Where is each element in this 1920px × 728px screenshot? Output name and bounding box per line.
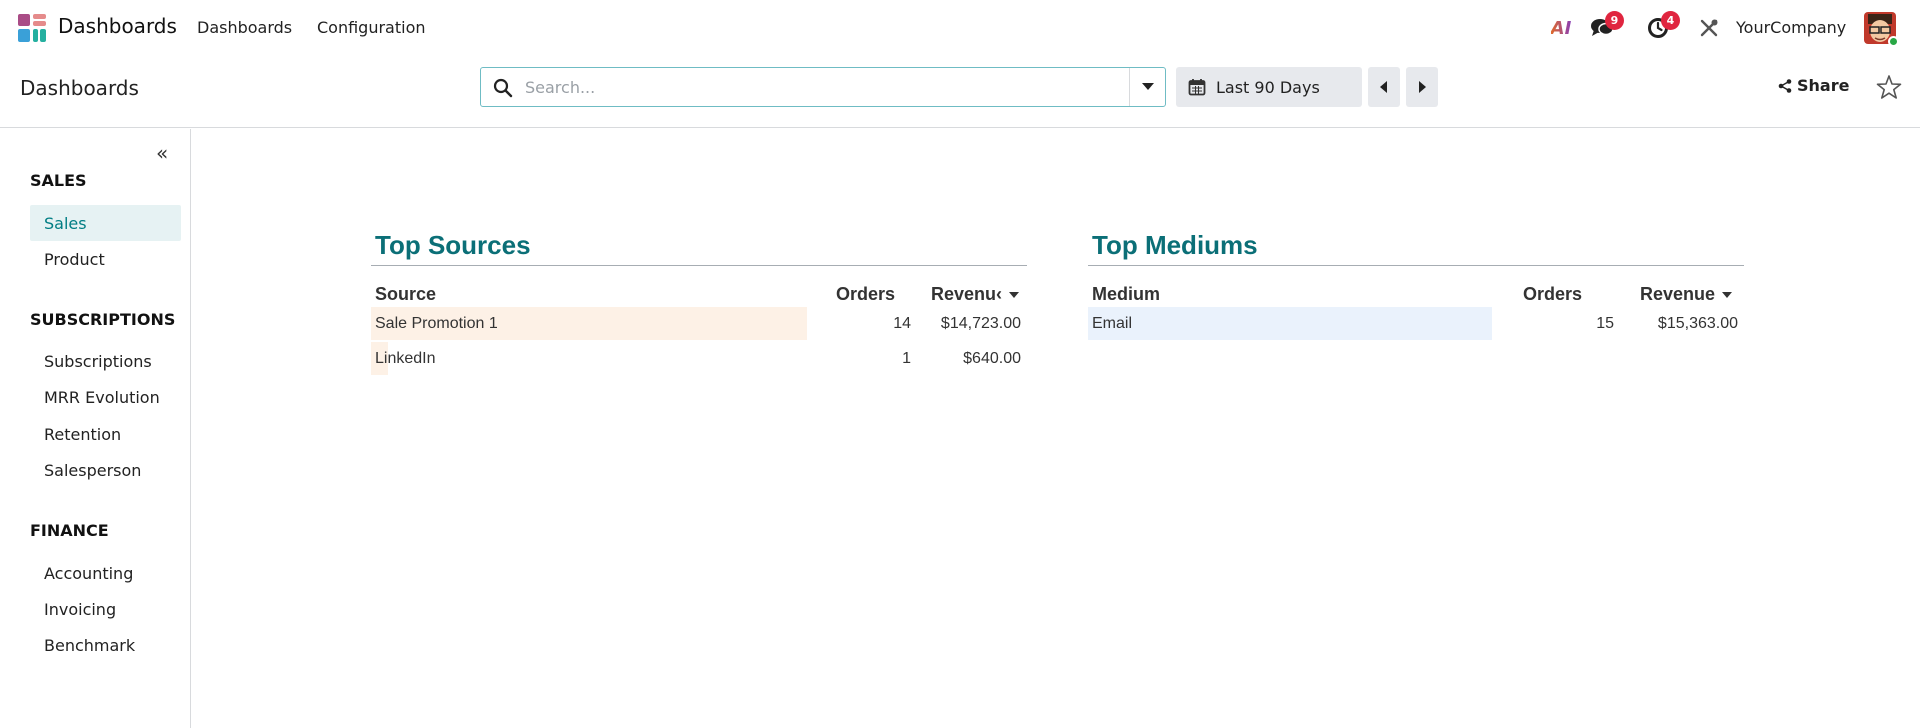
sort-desc-icon: [1722, 292, 1733, 299]
sidebar-item-subscriptions[interactable]: Subscriptions: [30, 343, 181, 379]
company-switcher[interactable]: YourCompany: [1736, 18, 1846, 37]
sidebar-item-salesperson[interactable]: Salesperson: [30, 452, 181, 488]
sidebar-item-accounting[interactable]: Accounting: [30, 555, 181, 591]
ai-button[interactable]: AI: [1548, 14, 1574, 42]
activities-badge: 4: [1661, 11, 1680, 30]
search-box: [480, 67, 1166, 107]
next-period-button[interactable]: [1406, 67, 1438, 107]
section-finance: FINANCE: [30, 521, 109, 540]
table-row[interactable]: LinkedIn 1 $640.00: [371, 341, 1027, 376]
sort-desc-icon: [1009, 292, 1020, 299]
caret-down-icon: [1141, 83, 1154, 90]
menu-dashboards[interactable]: Dashboards: [197, 18, 292, 37]
app-brand[interactable]: Dashboards: [58, 14, 177, 38]
tools-icon: [1700, 19, 1718, 37]
share-icon: [1778, 78, 1792, 93]
sidebar-item-benchmark[interactable]: Benchmark: [30, 627, 181, 663]
col-revenue[interactable]: Revenu‹: [931, 284, 1020, 305]
period-selector[interactable]: Last 90 Days: [1176, 67, 1362, 107]
user-avatar[interactable]: [1864, 12, 1899, 47]
favorite-star-icon[interactable]: [1876, 74, 1902, 100]
col-source[interactable]: Source: [375, 284, 436, 305]
sidebar-item-retention[interactable]: Retention: [30, 416, 181, 452]
col-medium[interactable]: Medium: [1092, 284, 1160, 305]
col-revenue-label: Revenu‹: [931, 284, 1003, 304]
sidebar-item-mrr-evolution[interactable]: MRR Evolution: [30, 379, 181, 415]
previous-period-button[interactable]: [1368, 67, 1400, 107]
sidebar-item-invoicing[interactable]: Invoicing: [30, 591, 181, 627]
messages-button[interactable]: 9: [1588, 11, 1624, 42]
row-name: Sale Promotion 1: [375, 315, 498, 332]
row-name: Email: [1092, 315, 1133, 332]
top-navbar: Dashboards Dashboards Configuration AI 9…: [0, 0, 1920, 56]
row-orders: 14: [893, 315, 911, 332]
menu-configuration[interactable]: Configuration: [317, 18, 426, 37]
search-icon: [493, 78, 513, 98]
col-orders[interactable]: Orders: [1523, 284, 1582, 305]
row-orders: 15: [1596, 315, 1614, 332]
section-sales: SALES: [30, 171, 87, 190]
col-revenue-label: Revenue: [1640, 284, 1716, 304]
row-orders: 1: [902, 350, 911, 367]
sidebar-item-product[interactable]: Product: [30, 241, 181, 277]
col-orders[interactable]: Orders: [836, 284, 895, 305]
collapse-sidebar-icon[interactable]: «: [156, 141, 168, 165]
activities-button[interactable]: 4: [1644, 11, 1680, 42]
share-label: Share: [1797, 76, 1850, 95]
apps-menu-icon[interactable]: [18, 14, 47, 43]
top-sources-card: Top Sources Source Orders Revenu‹ Sale P…: [371, 230, 1027, 376]
top-sources-title: Top Sources: [375, 230, 531, 260]
share-bar: [1088, 307, 1492, 340]
caret-left-icon: [1380, 81, 1387, 93]
table-row[interactable]: Sale Promotion 1 14 $14,723.00: [371, 306, 1027, 341]
top-mediums-card: Top Mediums Medium Orders Revenue Email 1…: [1088, 230, 1744, 341]
control-panel: Dashboards Last 90 Days Share: [0, 56, 1920, 128]
calendar-icon: [1188, 79, 1206, 96]
top-mediums-title: Top Mediums: [1092, 230, 1258, 260]
row-revenue: $14,723.00: [940, 315, 1021, 332]
row-revenue: $15,363.00: [1657, 315, 1738, 332]
table-header: Medium Orders Revenue: [1088, 266, 1744, 306]
row-name: LinkedIn: [375, 350, 436, 367]
col-revenue[interactable]: Revenue: [1640, 284, 1733, 305]
search-input[interactable]: [525, 74, 1085, 100]
sidebar: « SALES Sales Product SUBSCRIPTIONS Subs…: [0, 129, 191, 728]
ai-icon: AI: [1550, 17, 1572, 39]
period-label: Last 90 Days: [1216, 77, 1320, 97]
search-options-toggle[interactable]: [1129, 68, 1165, 106]
messages-badge: 9: [1605, 11, 1624, 30]
row-revenue: $640.00: [963, 350, 1021, 367]
sidebar-item-sales[interactable]: Sales: [30, 205, 181, 241]
share-button[interactable]: Share: [1778, 76, 1849, 95]
caret-right-icon: [1419, 81, 1426, 93]
page-title: Dashboards: [20, 76, 139, 100]
tools-button[interactable]: [1696, 14, 1722, 42]
table-row[interactable]: Email 15 $15,363.00: [1088, 306, 1744, 341]
section-subscriptions: SUBSCRIPTIONS: [30, 310, 176, 329]
table-header: Source Orders Revenu‹: [371, 266, 1027, 306]
online-status-dot: [1888, 36, 1899, 47]
